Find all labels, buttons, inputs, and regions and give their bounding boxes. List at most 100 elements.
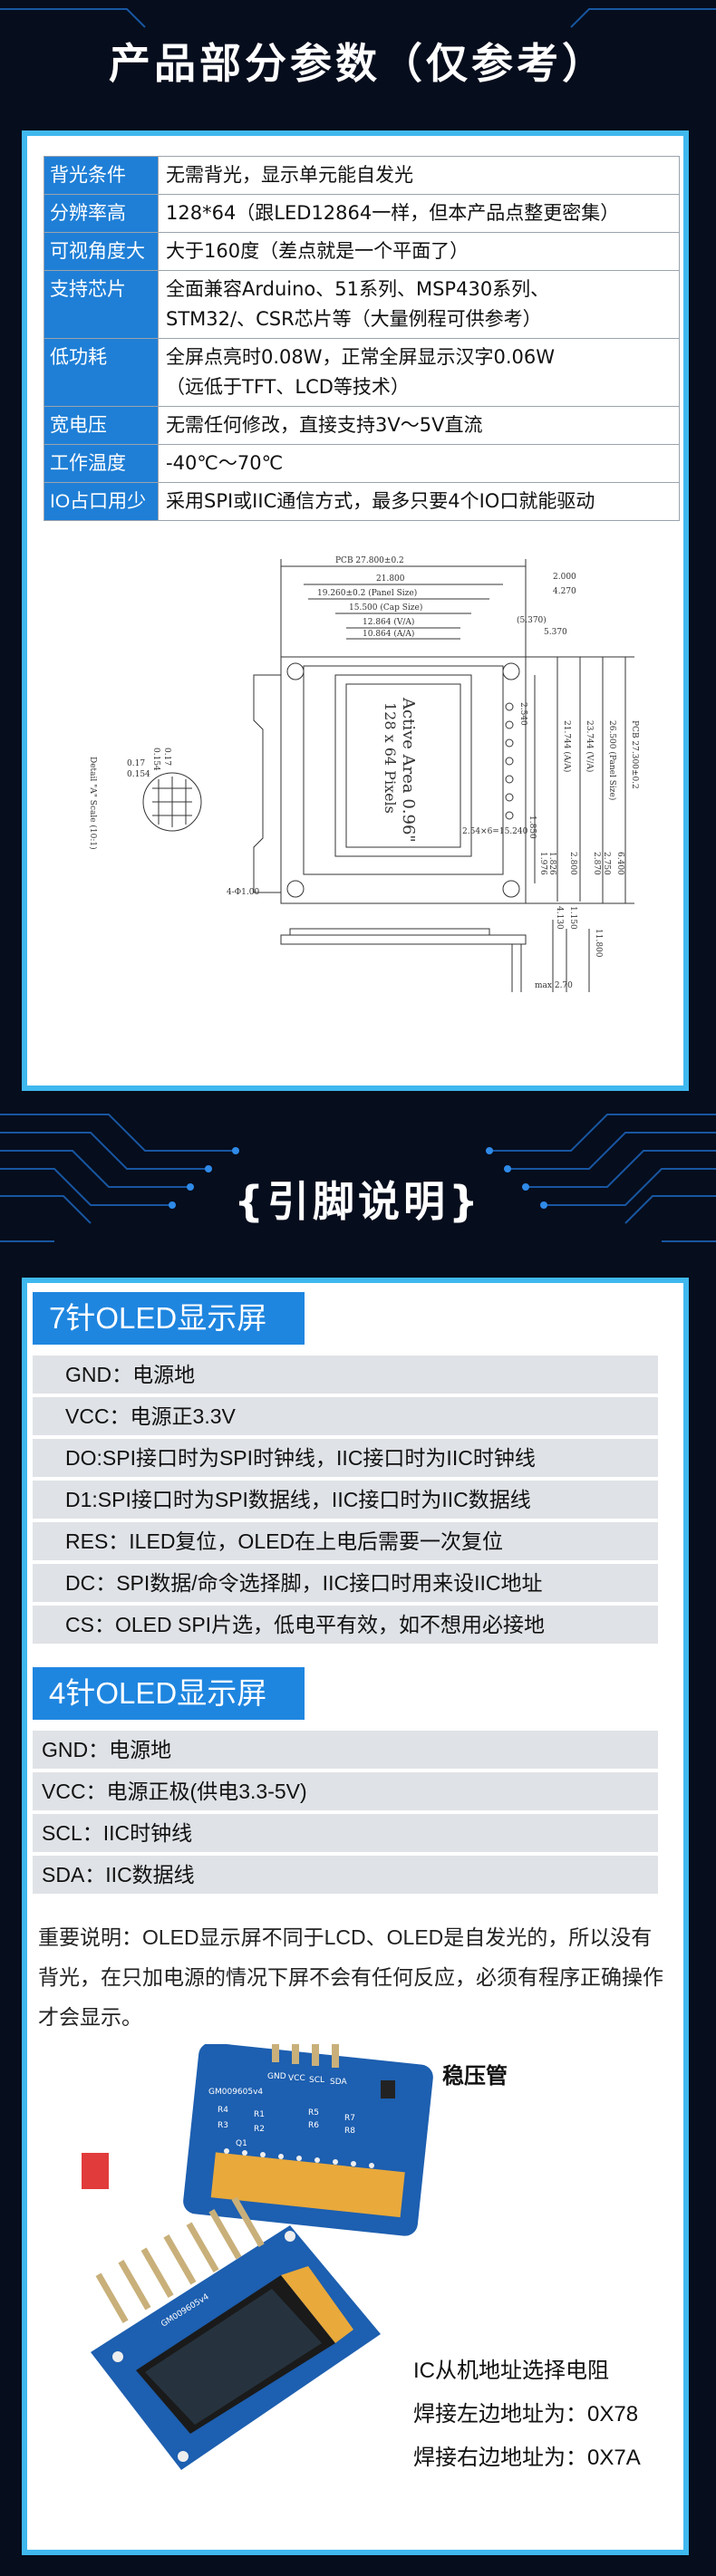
pin-row: GND：电源地 [33,1356,658,1394]
dim-pcb-height: PCB 27.300±0.2 [630,720,639,789]
param-value: 无需背光，显示单元能自发光 [158,156,680,195]
board-top-right: GM009605v4 GND VCC SCL SDA R4 R1 R3 R2 R… [183,2044,433,2236]
board-res-q1: Q1 [236,2139,247,2148]
board-bottom-left: GM009605v4 [91,2196,381,2470]
param-value-line: 全面兼容Arduino、51系列、MSP430系列、 [166,278,550,300]
pins7-list: GND：电源地 VCC：电源正3.3V DO:SPI接口时为SPI时钟线，IIC… [33,1356,658,1647]
param-value-line: （远低于TFT、LCD等技术） [166,376,410,398]
dim-2540b: 2.540 [518,702,527,726]
pin-row: GND：电源地 [33,1731,658,1769]
pin-row: VCC：电源正3.3V [33,1397,658,1435]
dim-2540: 2.54×6=15.240 [462,827,528,836]
dimension-drawing: PCB 27.800±0.2 21.800 19.260±0.2 (Panel … [88,556,639,992]
dim-hole: 4-Φ1.00 [227,888,259,897]
board-res-r1: R1 [254,2110,265,2119]
dim-5370b: 5.370 [544,628,567,637]
dim-1850: 1.850 [527,815,537,839]
board-res-r3: R3 [218,2121,228,2130]
oled-boards-photo: GM009605v4 GND VCC SCL SDA R4 R1 R3 R2 R… [82,2044,433,2470]
pins-title: {引脚说明} [234,1177,482,1226]
pin-row: RES：ILED复位，OLED在上电后需要一次复位 [33,1522,658,1560]
dim-cap-size: 15.500 (Cap Size) [349,603,422,613]
board-res-r5: R5 [308,2108,319,2118]
dim-5370: (5.370) [517,615,547,625]
pixels-label: 128 x 64 Pixels [382,702,399,814]
pin-row: VCC：电源正极(供电3.3-5V) [33,1772,658,1810]
board-pin-vcc: VCC [288,2074,305,2083]
param-key: 支持芯片 [44,270,159,339]
param-row: 宽电压 无需任何修改，直接支持3V～5V直流 [44,406,680,445]
board-res-r4: R4 [218,2106,228,2115]
dim-2800: 2.800 [568,852,577,875]
pin-row: D1:SPI接口时为SPI数据线，IIC接口时为IIC数据线 [33,1481,658,1519]
pins4-header: 4针OLED显示屏 [33,1667,305,1720]
board-top-text: GM009605v4 [208,2088,263,2097]
dim-6400: 6.400 [615,852,624,875]
param-row: 分辨率高 128*64（跟LED12864一样，但本产品点整更密集） [44,194,680,233]
board-pin-sda: SDA [330,2078,347,2087]
param-value-line: 全屏点亮时0.08W，正常全屏显示汉字0.06W [166,346,556,368]
pin-row: SCL：IIC时钟线 [33,1814,658,1852]
dim-panel-size: 19.260±0.2 (Panel Size) [317,588,417,598]
dim-1976: 1.976 [538,852,547,875]
pins7-header: 7针OLED显示屏 [33,1292,305,1345]
param-key: 分辨率高 [44,194,159,233]
dim-2870: 2.870 [592,852,601,875]
pins-panel: 7针OLED显示屏 GND：电源地 VCC：电源正3.3V DO:SPI接口时为… [22,1278,689,2555]
red-film-tab [82,2153,109,2189]
pin-row: DC：SPI数据/命令选择脚，IIC接口时用来设IIC地址 [33,1564,658,1602]
param-row: 背光条件 无需背光，显示单元能自发光 [44,156,680,195]
param-value: 全面兼容Arduino、51系列、MSP430系列、 STM32/、CSR芯片等… [158,270,680,339]
dim-21744: 21.744 (A/A) [562,720,572,772]
dim-1800: 11.800 [594,929,603,958]
board-pin-gnd: GND [267,2072,286,2081]
active-area-label: Active Area 0.96" [399,697,418,843]
important-note: 重要说明：OLED显示屏不同于LCD、OLED是自发光的，所以没有背光，在只加电… [38,1925,663,2029]
param-row: 支持芯片 全面兼容Arduino、51系列、MSP430系列、 STM32/、C… [44,270,680,339]
pin-row: SDA：IIC数据线 [33,1856,658,1894]
param-value: 全屏点亮时0.08W，正常全屏显示汉字0.06W （远低于TFT、LCD等技术） [158,338,680,407]
board-pin-scl: SCL [309,2076,324,2085]
dim-va: 12.864 (V/A) [363,617,414,627]
param-value: 无需任何修改，直接支持3V～5V直流 [158,406,680,445]
dim-017: 0.17 [127,759,145,768]
dim-panel-h: 26.500 (Panel Size) [607,720,617,800]
dim-4130: 4.130 [555,906,564,930]
param-row: 工作温度 -40℃～70℃ [44,444,680,483]
param-value: -40℃～70℃ [158,444,680,483]
param-key: 工作温度 [44,444,159,483]
board-res-r2: R2 [254,2125,265,2134]
dim-23744: 23.744 (V/A) [585,720,595,772]
dim-1150: 1.150 [568,906,577,930]
pin-row: DO:SPI接口时为SPI时钟线，IIC接口时为IIC时钟线 [33,1439,658,1477]
param-key: 宽电压 [44,406,159,445]
dim-0154v: 0.154 [151,748,160,771]
regulator-chip [381,2080,395,2098]
address-title: IC从机地址选择电阻 [413,2359,609,2383]
param-row: IO占口用少 采用SPI或IIC通信方式，最多只要4个IO口就能驱动 [44,482,680,521]
board-res-r8: R8 [344,2127,355,2136]
board-res-r7: R7 [344,2114,355,2123]
params-title: 产品部分参数（仅参考） [109,39,607,88]
params-table: 背光条件 无需背光，显示单元能自发光 分辨率高 128*64（跟LED12864… [44,156,680,521]
param-value: 大于160度（差点就是一个平面了） [158,232,680,271]
pins4-list: GND：电源地 VCC：电源正极(供电3.3-5V) SCL：IIC时钟线 SD… [33,1731,658,1897]
address-right: 焊接右边地址为：0X7A [413,2446,641,2470]
param-key: 可视角度大 [44,232,159,271]
dim-2000: 2.000 [553,573,576,582]
param-key: IO占口用少 [44,482,159,521]
dim-4270: 4.270 [553,587,576,596]
params-panel: 背光条件 无需背光，显示单元能自发光 分辨率高 128*64（跟LED12864… [22,130,689,1091]
dim-0154: 0.154 [127,770,150,779]
dim-1826: 1.826 [547,852,556,875]
param-row: 低功耗 全屏点亮时0.08W，正常全屏显示汉字0.06W （远低于TFT、LCD… [44,338,680,407]
param-row: 可视角度大 大于160度（差点就是一个平面了） [44,232,680,271]
param-value: 128*64（跟LED12864一样，但本产品点整更密集） [158,194,680,233]
param-value-line: STM32/、CSR芯片等（大量例程可供参考） [166,308,542,330]
dim-21800: 21.800 [376,574,405,584]
dim-aa: 10.864 (A/A) [363,629,414,639]
param-value: 采用SPI或IIC通信方式，最多只要4个IO口就能驱动 [158,482,680,521]
pin-row: CS：OLED SPI片选，低电平有效，如不想用必接地 [33,1606,658,1644]
dim-max: max 2.70 [535,981,573,990]
dim-017v: 0.17 [162,748,171,766]
